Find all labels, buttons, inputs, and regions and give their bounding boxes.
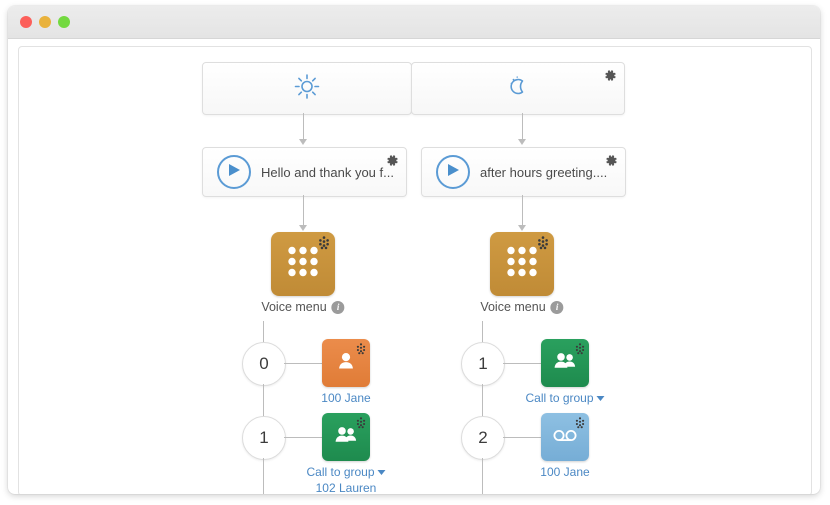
schedule-box-day[interactable] [202, 62, 412, 115]
node-menu-dots-icon[interactable] [574, 342, 586, 360]
connector-key0-to-node-left [284, 363, 322, 364]
key-label: 0 [259, 354, 269, 373]
key-label: 1 [259, 428, 269, 447]
chevron-down-icon[interactable] [377, 470, 386, 476]
action-label-primary[interactable]: Call to group [525, 390, 605, 406]
connector-key1-down-left [263, 458, 264, 494]
action-label-primary[interactable]: 100 Jane [540, 464, 589, 480]
greeting-box-night[interactable]: after hours greeting.... [421, 147, 626, 197]
connector-key2-down-right [482, 458, 483, 494]
action-tile[interactable] [541, 339, 589, 387]
action-node-labels: 100 Jane [540, 464, 589, 480]
action-node-labels: Call to group [525, 390, 605, 406]
voice-menu-label: Voice menu [261, 300, 327, 314]
key-circle-0-left[interactable]: 0 [242, 342, 286, 386]
action-label-primary[interactable]: 100 Jane [321, 390, 370, 406]
action-label-primary[interactable]: Call to group [306, 464, 386, 480]
greeting-box-day[interactable]: Hello and thank you f... [202, 147, 407, 197]
key-label: 1 [478, 354, 488, 373]
connector-menu-to-key0-left [263, 321, 264, 343]
voice-menu-label-row: Voice menu i [261, 300, 345, 314]
node-menu-dots-icon[interactable] [574, 416, 586, 434]
arrowhead-menu-left [299, 225, 307, 231]
gear-icon[interactable] [604, 69, 617, 82]
keypad-icon [505, 245, 539, 284]
arrowhead-day [299, 139, 307, 145]
app-window: Hello and thank you f... after hours gre… [8, 6, 820, 494]
gear-icon[interactable] [605, 154, 618, 167]
close-button[interactable] [20, 16, 32, 28]
voice-menu-icon-tile[interactable] [490, 232, 554, 296]
action-node-extension-left[interactable]: 100 Jane [321, 339, 371, 405]
connector-greeting-to-menu-right [522, 195, 523, 227]
action-tile[interactable] [322, 339, 370, 387]
action-label-primary-text: Call to group [525, 391, 594, 405]
connector-key1-to-key2-right [482, 384, 483, 417]
action-tile[interactable] [541, 413, 589, 461]
info-icon[interactable]: i [550, 300, 564, 314]
node-menu-dots-icon[interactable] [317, 236, 331, 255]
action-node-labels: 100 Jane [321, 390, 370, 406]
flow-stage: Hello and thank you f... after hours gre… [19, 47, 811, 494]
node-menu-dots-icon[interactable] [355, 342, 367, 360]
connector-greeting-to-menu-left [303, 195, 304, 227]
action-node-labels: Call to group 102 Lauren [306, 464, 386, 494]
node-menu-dots-icon[interactable] [355, 416, 367, 434]
connector-menu-to-key1-right [482, 321, 483, 343]
greeting-text: after hours greeting.... [480, 164, 608, 180]
keypad-icon [286, 245, 320, 284]
connector-key0-to-key1-left [263, 384, 264, 417]
voice-menu-label: Voice menu [480, 300, 546, 314]
key-circle-2-right[interactable]: 2 [461, 416, 505, 460]
voice-menu-icon-tile[interactable] [271, 232, 335, 296]
chevron-down-icon[interactable] [596, 396, 605, 402]
voice-menu-node-right[interactable]: Voice menu i [480, 232, 564, 314]
greeting-text: Hello and thank you f... [261, 164, 394, 180]
voice-menu-label-row: Voice menu i [480, 300, 564, 314]
connector-night-to-greeting [522, 113, 523, 141]
action-node-group-right[interactable]: Call to group [525, 339, 605, 405]
key-label: 2 [478, 428, 488, 447]
maximize-button[interactable] [58, 16, 70, 28]
action-label-secondary[interactable]: 102 Lauren [306, 480, 385, 494]
sun-icon [294, 73, 320, 104]
connector-key2-to-node-right [503, 437, 541, 438]
action-node-voicemail-right[interactable]: 100 Jane [540, 413, 590, 479]
key-circle-1-left[interactable]: 1 [242, 416, 286, 460]
node-menu-dots-icon[interactable] [536, 236, 550, 255]
action-node-group-left[interactable]: Call to group 102 Lauren [306, 413, 386, 494]
traffic-lights [20, 16, 70, 28]
connector-day-to-greeting [303, 113, 304, 141]
arrowhead-menu-right [518, 225, 526, 231]
connector-key1-to-node-right [503, 363, 541, 364]
action-tile[interactable] [322, 413, 370, 461]
call-flow-canvas[interactable]: Hello and thank you f... after hours gre… [18, 46, 812, 494]
action-label-primary-text: Call to group [306, 465, 375, 479]
play-icon[interactable] [217, 155, 251, 189]
moon-icon [505, 73, 531, 104]
gear-icon[interactable] [386, 154, 399, 167]
key-circle-1-right[interactable]: 1 [461, 342, 505, 386]
person-icon [335, 350, 357, 377]
info-icon[interactable]: i [331, 300, 345, 314]
minimize-button[interactable] [39, 16, 51, 28]
play-icon[interactable] [436, 155, 470, 189]
connector-key1-to-node-left [284, 437, 322, 438]
title-bar [8, 6, 820, 39]
arrowhead-night [518, 139, 526, 145]
voice-menu-node-left[interactable]: Voice menu i [261, 232, 345, 314]
schedule-box-night[interactable] [411, 62, 625, 115]
